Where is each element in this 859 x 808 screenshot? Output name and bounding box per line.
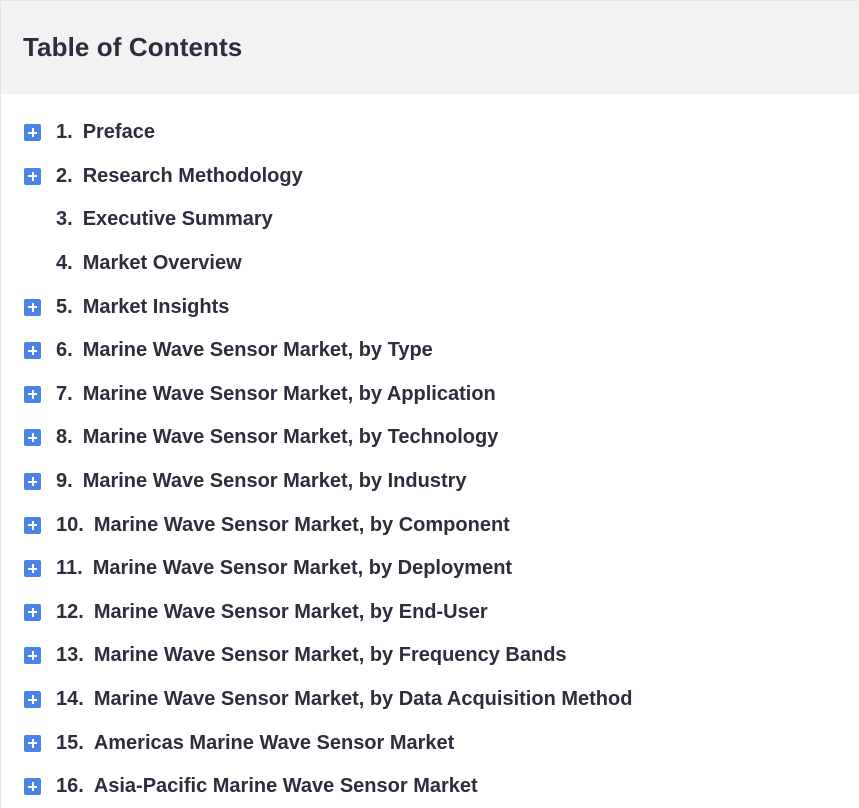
toc-item-label[interactable]: Marine Wave Sensor Market, by Component [94,514,510,537]
toc-item-label[interactable]: Market Insights [83,296,230,319]
toc-item-label[interactable]: Preface [83,121,155,144]
plus-square-icon[interactable] [24,516,41,534]
toc-item-label[interactable]: Research Methodology [83,165,303,188]
toc-item[interactable]: 5. Market Insights [1,285,859,329]
toc-item-label[interactable]: Marine Wave Sensor Market, by Applicatio… [83,383,496,406]
toc-item-number: 5. [56,295,73,318]
toc-item[interactable]: 16. Asia-Pacific Marine Wave Sensor Marke… [1,765,859,808]
toc-item-number: 3. [56,208,73,231]
plus-square-icon[interactable] [24,167,41,185]
toc-item[interactable]: 6. Marine Wave Sensor Market, by Type [1,329,859,373]
toc-item[interactable]: 10. Marine Wave Sensor Market, by Compone… [1,503,859,547]
plus-square-icon[interactable] [24,385,41,403]
toc-item-label[interactable]: Executive Summary [83,208,273,231]
toc-item-number: 13. [56,644,84,667]
toc-item[interactable]: 13. Marine Wave Sensor Market, by Frequen… [1,634,859,678]
toc-item-label[interactable]: Marine Wave Sensor Market, by Industry [83,470,467,493]
toc-item-number: 6. [56,339,73,362]
toc-item-label[interactable]: Marine Wave Sensor Market, by Data Acqui… [94,688,633,711]
toc-item-label[interactable]: Market Overview [83,252,242,275]
plus-square-icon[interactable] [24,342,41,360]
toc-item-number: 14. [56,688,84,711]
toc-item-number: 11. [56,557,83,580]
toc-item-number: 4. [56,252,73,275]
toc-item[interactable]: 7. Marine Wave Sensor Market, by Applicat… [1,373,859,417]
plus-square-icon[interactable] [24,734,41,752]
plus-square-icon[interactable] [24,429,41,447]
toc-item[interactable]: 14. Marine Wave Sensor Market, by Data Ac… [1,678,859,722]
toc-item-number: 8. [56,426,73,449]
plus-square-icon[interactable] [24,124,41,142]
toc-item-label[interactable]: Marine Wave Sensor Market, by End-User [94,601,488,624]
toc-item-number: 9. [56,470,73,493]
toc-item[interactable]: 3. Executive Summary [1,198,859,242]
plus-square-icon[interactable] [24,560,41,578]
plus-square-icon[interactable] [24,298,41,316]
toc-item-number: 1. [56,121,73,144]
toc-item-number: 12. [56,600,84,623]
plus-square-icon[interactable] [24,473,41,491]
toc-item-number: 10. [56,513,84,536]
toc-item[interactable]: 15. Americas Marine Wave Sensor Market [1,721,859,765]
toc-item[interactable]: 4. Market Overview [1,242,859,286]
toc-item[interactable]: 8. Marine Wave Sensor Market, by Technolo… [1,416,859,460]
toc-item[interactable]: 2. Research Methodology [1,155,859,199]
plus-square-icon[interactable] [24,691,41,709]
toc-item-number: 7. [56,382,73,405]
plus-square-icon[interactable] [24,778,41,796]
toc-item-number: 2. [56,164,73,187]
toc-item[interactable]: 9. Marine Wave Sensor Market, by Industry [1,460,859,504]
toc-panel: Table of Contents 1. Preface 2. Research M… [0,0,859,808]
toc-item[interactable]: 11. Marine Wave Sensor Market, by Deploym… [1,547,859,591]
toc-header: Table of Contents [1,1,859,94]
toc-item-label[interactable]: Marine Wave Sensor Market, by Type [83,339,433,362]
toc-item-number: 15. [56,731,84,754]
toc-item[interactable]: 12. Marine Wave Sensor Market, by End-Use… [1,591,859,635]
toc-item-label[interactable]: Marine Wave Sensor Market, by Deployment [93,557,512,580]
toc-title: Table of Contents [23,32,243,62]
toc-item-label[interactable]: Americas Marine Wave Sensor Market [94,732,455,755]
toc-item-label[interactable]: Marine Wave Sensor Market, by Technology [83,426,499,449]
toc-item[interactable]: 1. Preface [1,111,859,155]
toc-list: 1. Preface 2. Research Methodology 3. Execu… [1,111,859,808]
plus-square-icon[interactable] [24,647,41,665]
plus-square-icon[interactable] [24,603,41,621]
toc-item-number: 16. [56,775,84,798]
toc-item-label[interactable]: Marine Wave Sensor Market, by Frequency … [94,644,567,667]
toc-item-label[interactable]: Asia-Pacific Marine Wave Sensor Market [94,775,478,798]
